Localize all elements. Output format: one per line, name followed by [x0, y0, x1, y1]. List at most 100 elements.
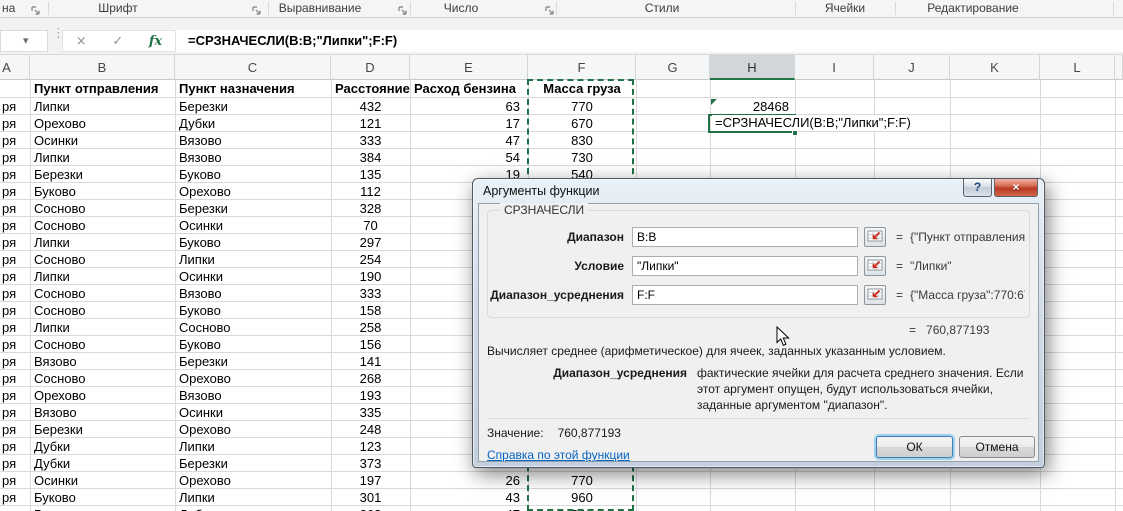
- function-help-link[interactable]: Справка по этой функции: [487, 448, 630, 462]
- cell[interactable]: 770: [528, 472, 636, 489]
- cell[interactable]: Буково: [175, 336, 331, 353]
- table-header-cell[interactable]: Расстояние: [331, 80, 410, 98]
- cell-h-result[interactable]: 28468: [710, 98, 795, 115]
- cell[interactable]: Осинки: [30, 132, 175, 149]
- cell[interactable]: 158: [331, 302, 410, 319]
- cell[interactable]: Березки: [30, 166, 175, 183]
- cell[interactable]: 190: [331, 268, 410, 285]
- cell[interactable]: 135: [331, 166, 410, 183]
- cell[interactable]: Липки: [175, 489, 331, 506]
- cell[interactable]: 770: [528, 98, 636, 115]
- active-cell-formula[interactable]: =СРЗНАЧЕСЛИ(B:B;"Липки";F:F): [712, 115, 914, 131]
- cell[interactable]: Орехово: [30, 387, 175, 404]
- enter-icon[interactable]: ✓: [112, 34, 123, 49]
- cell[interactable]: 54: [410, 149, 528, 166]
- cell[interactable]: Осинки: [175, 404, 331, 421]
- cell[interactable]: ря: [0, 438, 30, 455]
- cell[interactable]: 301: [331, 489, 410, 506]
- fill-handle[interactable]: [792, 130, 798, 136]
- cell[interactable]: 121: [331, 115, 410, 132]
- column-header-I[interactable]: I: [795, 55, 874, 80]
- insert-function-icon[interactable]: fx: [149, 34, 162, 49]
- cell[interactable]: 335: [331, 404, 410, 421]
- table-header-cell[interactable]: Масса груза: [528, 80, 636, 98]
- column-header-J[interactable]: J: [874, 55, 950, 80]
- column-header-C[interactable]: C: [175, 55, 331, 80]
- cell[interactable]: Вязово: [175, 149, 331, 166]
- cell[interactable]: Орехово: [175, 183, 331, 200]
- cell[interactable]: 840: [528, 506, 636, 511]
- cell[interactable]: Липки: [175, 438, 331, 455]
- cell[interactable]: Вязово: [30, 506, 175, 511]
- table-header-cell[interactable]: Пункт отправления: [30, 80, 175, 98]
- cell[interactable]: 248: [331, 421, 410, 438]
- cancel-button[interactable]: Отмена: [959, 436, 1035, 458]
- cell[interactable]: Сосново: [175, 319, 331, 336]
- cell[interactable]: 297: [331, 234, 410, 251]
- dialog-launcher-icon[interactable]: [251, 3, 262, 15]
- cell[interactable]: Дубки: [175, 115, 331, 132]
- cell[interactable]: ря: [0, 149, 30, 166]
- cell[interactable]: 47: [410, 132, 528, 149]
- cell[interactable]: Буково: [175, 234, 331, 251]
- column-header-A[interactable]: A: [0, 55, 30, 80]
- cell[interactable]: ря: [0, 217, 30, 234]
- cell[interactable]: Липки: [30, 234, 175, 251]
- cell[interactable]: Липки: [175, 251, 331, 268]
- cell[interactable]: ря: [0, 268, 30, 285]
- column-header-G[interactable]: G: [636, 55, 710, 80]
- cell[interactable]: 373: [331, 455, 410, 472]
- cell[interactable]: 670: [528, 115, 636, 132]
- cell[interactable]: Вязово: [30, 404, 175, 421]
- cell[interactable]: 254: [331, 251, 410, 268]
- argument-input-1[interactable]: [632, 227, 858, 247]
- range-picker-button[interactable]: [864, 227, 886, 247]
- cell[interactable]: Березки: [175, 455, 331, 472]
- name-box[interactable]: ▾: [0, 30, 48, 52]
- formula-input[interactable]: =СРЗНАЧЕСЛИ(B:B;"Липки";F:F): [176, 30, 1123, 52]
- cell[interactable]: ря: [0, 506, 30, 511]
- column-header-E[interactable]: E: [410, 55, 528, 80]
- range-picker-button[interactable]: [864, 285, 886, 305]
- cell[interactable]: ря: [0, 285, 30, 302]
- chevron-down-icon[interactable]: ▾: [23, 34, 29, 47]
- argument-input-3[interactable]: [632, 285, 858, 305]
- table-header-cell[interactable]: Пункт назначения: [175, 80, 331, 98]
- cell[interactable]: 63: [410, 98, 528, 115]
- cell[interactable]: 17: [410, 115, 528, 132]
- cell[interactable]: 70: [331, 217, 410, 234]
- cell[interactable]: Березки: [30, 421, 175, 438]
- cell[interactable]: Осинки: [175, 217, 331, 234]
- cell[interactable]: 26: [410, 472, 528, 489]
- cell[interactable]: ря: [0, 336, 30, 353]
- cell[interactable]: ря: [0, 404, 30, 421]
- cell[interactable]: Буково: [175, 166, 331, 183]
- cell[interactable]: Вязово: [175, 387, 331, 404]
- cell[interactable]: ря: [0, 455, 30, 472]
- ok-button[interactable]: ОК: [876, 436, 953, 458]
- cell[interactable]: 432: [331, 98, 410, 115]
- cell[interactable]: ря: [0, 353, 30, 370]
- cell[interactable]: ря: [0, 472, 30, 489]
- cell[interactable]: Дубки: [30, 438, 175, 455]
- cell[interactable]: Орехово: [30, 115, 175, 132]
- cell[interactable]: Сосново: [30, 285, 175, 302]
- cell[interactable]: ря: [0, 115, 30, 132]
- argument-input-2[interactable]: [632, 256, 858, 276]
- cell[interactable]: ря: [0, 132, 30, 149]
- cell[interactable]: Липки: [30, 98, 175, 115]
- column-header-D[interactable]: D: [331, 55, 410, 80]
- dialog-launcher-icon[interactable]: [544, 3, 555, 15]
- cell[interactable]: 156: [331, 336, 410, 353]
- cell[interactable]: Вязово: [175, 132, 331, 149]
- cell[interactable]: Осинки: [30, 472, 175, 489]
- cell[interactable]: ря: [0, 421, 30, 438]
- cell[interactable]: ря: [0, 489, 30, 506]
- cell[interactable]: 830: [528, 132, 636, 149]
- cell[interactable]: ря: [0, 251, 30, 268]
- cell[interactable]: Осинки: [175, 268, 331, 285]
- cancel-icon[interactable]: ×: [76, 34, 87, 49]
- column-header-L[interactable]: L: [1040, 55, 1115, 80]
- cell[interactable]: Дубки: [175, 506, 331, 511]
- cell[interactable]: Березки: [175, 353, 331, 370]
